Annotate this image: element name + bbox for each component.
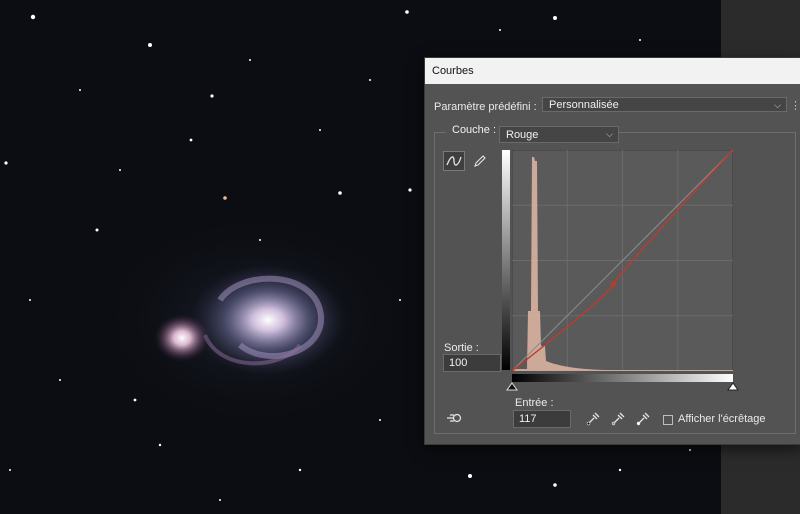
channel-label: Couche : xyxy=(446,124,503,136)
input-field[interactable]: 117 xyxy=(513,410,571,428)
chevron-down-icon: ⌵ xyxy=(774,100,781,110)
dialog-titlebar[interactable]: Courbes xyxy=(425,58,800,84)
output-field[interactable]: 100 xyxy=(443,354,501,372)
black-point-slider[interactable] xyxy=(506,382,518,391)
preset-value: Personnalisée xyxy=(549,98,619,111)
preset-select[interactable]: Personnalisée ⌵ xyxy=(542,97,787,112)
output-label: Sortie : xyxy=(444,342,479,354)
clipping-checkbox[interactable] xyxy=(663,415,673,425)
pencil-icon xyxy=(474,155,486,167)
pencil-tool-button[interactable] xyxy=(469,151,491,171)
curve-graph[interactable] xyxy=(512,150,733,371)
companion-galaxy xyxy=(154,314,210,362)
eyedropper-white-icon[interactable] xyxy=(636,412,650,426)
input-gradient-bar xyxy=(512,374,733,382)
clipping-label: Afficher l'écrêtage xyxy=(678,413,766,425)
preset-options-icon[interactable]: ⋮ xyxy=(790,99,800,112)
channel-value: Rouge xyxy=(506,128,539,141)
white-point-slider[interactable] xyxy=(727,382,739,391)
curves-dialog: Courbes Paramètre prédéfini : Personnali… xyxy=(424,57,800,445)
dialog-title: Courbes xyxy=(432,65,474,77)
preset-label: Paramètre prédéfini : xyxy=(434,101,537,113)
channel-select[interactable]: Rouge ⌵ xyxy=(499,126,619,143)
input-label: Entrée : xyxy=(515,397,554,409)
eyedropper-gray-icon[interactable] xyxy=(611,412,625,426)
hand-adjust-icon[interactable] xyxy=(445,411,463,425)
eyedropper-black-icon[interactable] xyxy=(586,412,600,426)
chevron-down-icon: ⌵ xyxy=(606,129,613,139)
curve-tool-button[interactable] xyxy=(443,151,465,171)
curve-fieldset: Couche : Rouge ⌵ Sortie : 100 Entrée : 1 xyxy=(434,124,796,434)
curve-icon xyxy=(446,156,462,166)
output-gradient-bar xyxy=(502,150,510,370)
curve-control-point[interactable] xyxy=(610,281,616,287)
